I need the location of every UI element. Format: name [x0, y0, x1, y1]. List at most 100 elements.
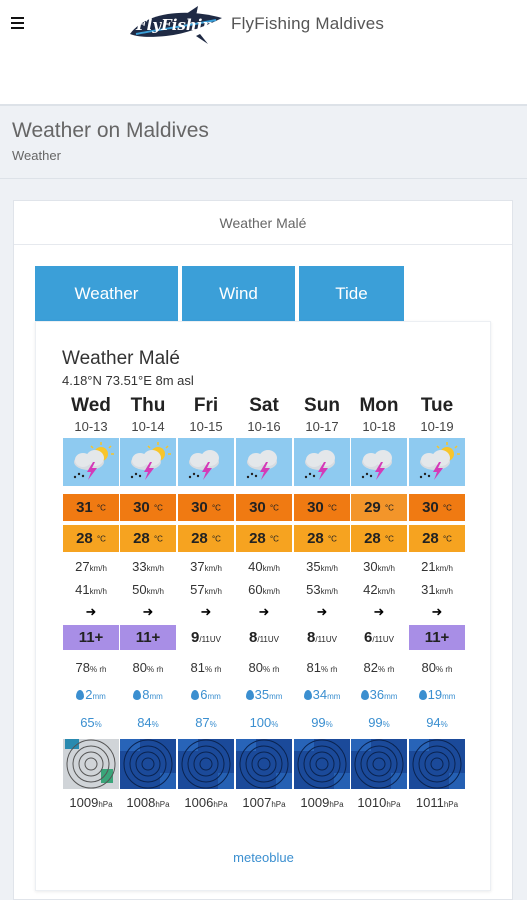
day-name: Sat	[249, 395, 279, 416]
forecast-day-column: Thu 10-14 30 °C 28 °C 33km/h 50km/h ➜ 11+ 80% rh…	[120, 395, 176, 815]
meteoblue-link[interactable]: meteoblue	[0, 850, 527, 865]
precipitation: 2mm	[63, 687, 119, 702]
day-date: 10-14	[131, 419, 165, 434]
uv-index: 11+	[63, 625, 119, 650]
humidity: 80% rh	[132, 660, 164, 675]
tab-wind[interactable]: Wind	[182, 266, 295, 321]
precipitation-probability: 87%	[195, 715, 217, 730]
day-date: 10-16	[247, 419, 281, 434]
breadcrumb[interactable]: Weather	[12, 148, 61, 163]
divider	[0, 178, 527, 179]
raindrop-icon	[245, 690, 254, 700]
menu-icon[interactable]	[11, 17, 24, 29]
radar-map-thumbnail[interactable]	[63, 739, 119, 789]
radar-map-thumbnail[interactable]	[120, 739, 176, 789]
raindrop-icon	[418, 690, 427, 700]
day-name: Fri	[193, 395, 219, 416]
max-temperature: 30 °C	[294, 494, 350, 521]
day-name: Sun	[304, 395, 340, 416]
forecast-day-column: Sat 10-16 30 °C 28 °C 40km/h 60km/h ➜ 8/11UV 80%…	[236, 395, 292, 815]
thunderstorm-icon	[236, 438, 292, 486]
wind-gust: 53km/h	[306, 582, 338, 597]
air-pressure: 1009hPa	[300, 795, 344, 810]
site-title[interactable]: FlyFishing Maldives	[231, 14, 384, 34]
air-pressure: 1010hPa	[357, 795, 401, 810]
radar-map-thumbnail[interactable]	[178, 739, 234, 789]
humidity: 80% rh	[421, 660, 453, 675]
air-pressure: 1007hPa	[242, 795, 286, 810]
humidity: 82% rh	[363, 660, 395, 675]
forecast-day-column: Sun 10-17 30 °C 28 °C 35km/h 53km/h ➜ 8/11UV 81%…	[294, 395, 350, 815]
precipitation: 19mm	[409, 687, 465, 702]
day-name: Wed	[71, 395, 111, 416]
thunderstorm-icon	[63, 438, 119, 486]
precipitation-probability: 99%	[311, 715, 333, 730]
raindrop-icon	[360, 690, 369, 700]
uv-index: 8/11UV	[307, 629, 337, 646]
thunderstorm-icon	[120, 438, 176, 486]
forecast-day-column: Wed 10-13 31 °C 28 °C 27km/h 41km/h ➜ 11+ 78% rh…	[63, 395, 119, 815]
wind-gust: 41km/h	[75, 582, 107, 597]
air-pressure: 1009hPa	[69, 795, 113, 810]
thunderstorm-icon	[294, 438, 350, 486]
wind-direction-icon: ➜	[373, 604, 385, 619]
day-date: 10-13	[74, 419, 108, 434]
min-temperature: 28 °C	[351, 525, 407, 552]
wind-speed: 27km/h	[75, 559, 107, 574]
wind-speed: 21km/h	[421, 559, 453, 574]
card-title: Weather Malé	[14, 201, 512, 245]
min-temperature: 28 °C	[409, 525, 465, 552]
radar-map-thumbnail[interactable]	[236, 739, 292, 789]
min-temperature: 28 °C	[178, 525, 234, 552]
wind-direction-icon: ➜	[258, 604, 270, 619]
min-temperature: 28 °C	[120, 525, 176, 552]
wind-gust: 50km/h	[132, 582, 164, 597]
radar-map-thumbnail[interactable]	[409, 739, 465, 789]
air-pressure: 1011hPa	[415, 795, 459, 810]
wind-gust: 42km/h	[363, 582, 395, 597]
wind-direction-icon: ➜	[431, 604, 443, 619]
widget-coordinates: 4.18°N 73.51°E 8m asl	[62, 373, 194, 388]
humidity: 80% rh	[248, 660, 280, 675]
wind-speed: 40km/h	[248, 559, 280, 574]
uv-index: 6/11UV	[364, 629, 394, 646]
max-temperature: 30 °C	[120, 494, 176, 521]
wind-gust: 60km/h	[248, 582, 280, 597]
max-temperature: 30 °C	[236, 494, 292, 521]
precipitation-probability: 99%	[368, 715, 390, 730]
wind-speed: 33km/h	[132, 559, 164, 574]
day-date: 10-19	[420, 419, 454, 434]
raindrop-icon	[76, 690, 85, 700]
precipitation: 35mm	[236, 687, 292, 702]
forecast-day-column: Mon 10-18 29 °C 28 °C 30km/h 42km/h ➜ 6/11UV 82%…	[351, 395, 407, 815]
radar-map-thumbnail[interactable]	[294, 739, 350, 789]
wind-gust: 31km/h	[421, 582, 453, 597]
thunderstorm-icon	[178, 438, 234, 486]
tab-weather[interactable]: Weather	[35, 266, 178, 321]
day-name: Thu	[130, 395, 166, 416]
precipitation-probability: 94%	[426, 715, 448, 730]
uv-index: 11+	[120, 625, 176, 650]
widget-title: Weather Malé	[62, 348, 180, 369]
min-temperature: 28 °C	[63, 525, 119, 552]
raindrop-icon	[191, 690, 200, 700]
thunderstorm-icon	[351, 438, 407, 486]
radar-map-thumbnail[interactable]	[351, 739, 407, 789]
day-date: 10-17	[305, 419, 339, 434]
raindrop-icon	[133, 690, 142, 700]
uv-index: 8/11UV	[249, 629, 279, 646]
wind-speed: 30km/h	[363, 559, 395, 574]
precipitation: 8mm	[120, 687, 176, 702]
max-temperature: 31 °C	[63, 494, 119, 521]
wind-gust: 57km/h	[190, 582, 222, 597]
day-date: 10-18	[362, 419, 396, 434]
precipitation: 34mm	[294, 687, 350, 702]
humidity: 81% rh	[190, 660, 222, 675]
precipitation-probability: 100%	[249, 715, 279, 730]
precipitation: 36mm	[351, 687, 407, 702]
site-logo[interactable]: FlyFishing	[126, 4, 226, 48]
raindrop-icon	[303, 690, 312, 700]
tab-tide[interactable]: Tide	[299, 266, 404, 321]
precipitation: 6mm	[178, 687, 234, 702]
max-temperature: 30 °C	[409, 494, 465, 521]
